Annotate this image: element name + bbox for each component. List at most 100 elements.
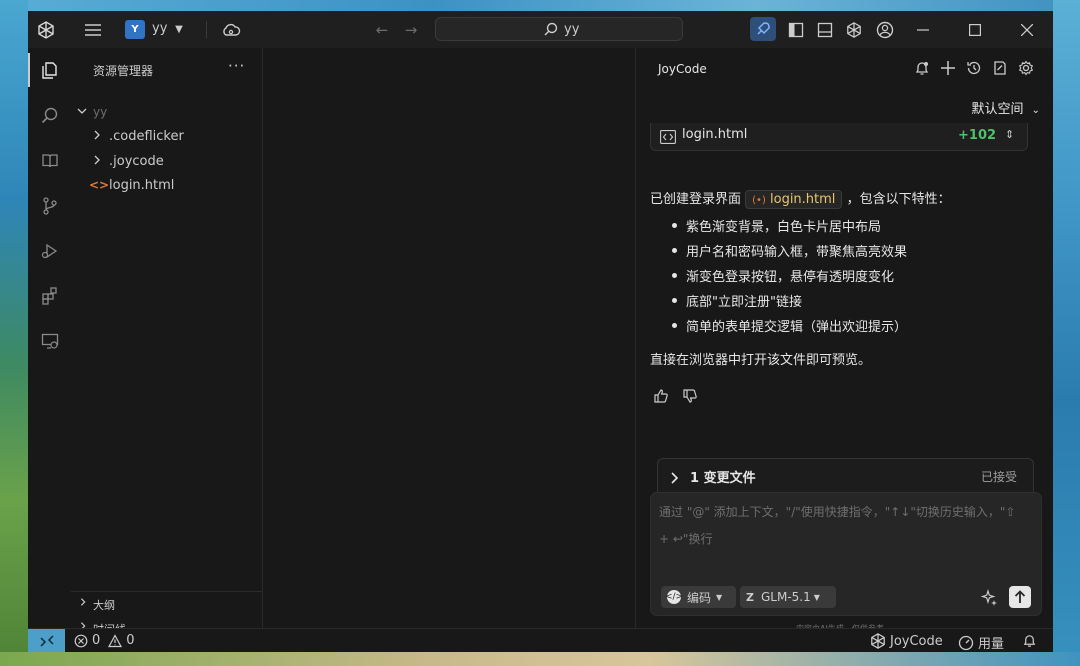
search-icon [544,22,558,40]
minimize-icon[interactable] [908,11,938,48]
forward-arrow-icon[interactable]: → [400,11,422,48]
workspace-label: 默认空间 [971,102,1024,117]
usage-status[interactable]: 用量 [958,633,1004,652]
chevron-right-icon [91,154,103,170]
extensions-icon[interactable] [28,274,71,318]
explorer-more-button[interactable]: ··· [228,57,245,75]
chat-input-placeholder: 通过 "@" 添加上下文，"/"使用快捷指令，"↑↓"切换历史输入，"⇧ + ↩… [659,505,1016,546]
joycode-logo-icon[interactable] [843,11,865,48]
mode-selector[interactable]: </> 编码 ▼ [661,586,736,608]
settings-gear-icon[interactable] [1016,58,1036,78]
error-icon [74,634,88,647]
outline-section[interactable]: 大纲 [71,591,262,616]
ide-window: Y yy ▼ ← → yy 资源管理器 ··· yy .codeflicker … [28,11,1053,652]
desktop-wallpaper-right [1053,0,1080,666]
toggle-sidebar-icon[interactable] [785,11,807,48]
list-item: 简单的表单提交逻辑（弹出欢迎提示） [672,316,907,341]
remote-indicator[interactable] [28,629,65,652]
workspace-selector[interactable]: 默认空间 ⌄ [971,98,1040,117]
file-reference-label: login.html [770,192,836,207]
code-mode-icon: </> [664,590,684,604]
model-selector[interactable]: Z GLM-5.1 ▼ [740,586,836,608]
thumbs-up-icon[interactable] [653,388,669,408]
changed-file-card[interactable]: login.html +102 ⇕ [650,123,1028,151]
outline-label: 大纲 [93,599,115,612]
tree-root-yy[interactable]: yy [71,102,262,126]
explorer-icon[interactable] [28,48,71,92]
message-prefix: 已创建登录界面 [650,192,742,207]
tree-item-label: login.html [109,178,175,193]
titlebar: Y yy ▼ ← → yy [28,11,1053,48]
chat-input[interactable]: 通过 "@" 添加上下文，"/"使用快捷指令，"↑↓"切换历史输入，"⇧ + ↩… [650,492,1042,616]
tree-item-label: .joycode [109,154,164,169]
message-suffix: ，包含以下特性： [846,192,951,207]
joycode-status[interactable]: JoyCode [870,633,943,649]
closing-text: 直接在浏览器中打开该文件即可预览。 [650,353,872,368]
toggle-panel-icon[interactable] [814,11,836,48]
problems-indicator[interactable]: 0 0 [74,633,135,648]
chat-title: JoyCode [658,62,707,76]
notes-icon[interactable] [990,58,1010,78]
chevron-right-icon [91,129,103,145]
expand-toggle-icon[interactable]: ⇕ [1005,128,1014,141]
desktop-wallpaper-bottom [0,652,1080,666]
error-count: 0 [92,633,101,648]
desktop-wallpaper-left [0,0,28,666]
list-item: 用户名和密码输入框，带聚焦高亮效果 [672,241,907,266]
warning-count: 0 [126,633,135,648]
cloud-icon[interactable] [218,11,244,48]
file-card-changes: +102 [958,128,997,143]
tree-item-login-html[interactable]: <> login.html [71,175,262,199]
chevron-right-icon [78,597,88,610]
timeline-section[interactable]: 时间线 [71,616,262,636]
file-reference-chip[interactable]: (•) login.html [745,190,843,209]
new-notification-icon[interactable] [912,58,932,78]
editor-area[interactable] [263,48,634,628]
joycode-logo-icon [871,633,885,649]
tree-item-joycode[interactable]: .joycode [71,151,262,175]
status-bar: 0 0 JoyCode 用量 [28,628,1053,652]
changed-files-bar[interactable]: 1 变更文件 已接受 [657,458,1034,492]
history-icon[interactable] [964,58,984,78]
command-search-box[interactable]: yy [435,17,683,41]
back-arrow-icon[interactable]: ← [371,11,393,48]
file-card-name: login.html [682,127,748,142]
changes-status: 已接受 [980,470,1017,484]
maximize-icon[interactable] [960,11,990,48]
tree-item-codeflicker[interactable]: .codeflicker [71,126,262,150]
tree-item-label: .codeflicker [109,129,184,144]
changed-files-label: 1 变更文件 [690,471,756,486]
explorer-title: 资源管理器 [93,64,154,78]
close-icon[interactable] [1012,11,1042,48]
search-view-icon[interactable] [28,94,71,138]
add-icon[interactable] [938,58,958,78]
menu-icon[interactable] [80,11,106,48]
agent-rocket-icon[interactable] [750,17,776,41]
zhipu-logo-icon: Z [746,590,754,604]
warning-icon [108,633,123,647]
source-control-icon[interactable] [28,184,71,228]
search-text: yy [564,22,580,37]
html-file-icon: <> [89,178,110,192]
list-item: 渐变色登录按钮，悬停有透明度变化 [672,266,907,291]
project-name[interactable]: yy [152,21,167,36]
project-dropdown-icon[interactable]: ▼ [172,11,186,48]
book-icon[interactable] [28,139,71,183]
model-label: GLM-5.1 [760,590,811,604]
app-logo-icon [34,11,58,48]
account-icon[interactable] [874,11,896,48]
tree-root-label: yy [93,105,108,119]
send-button[interactable] [1009,586,1031,608]
remote-explorer-icon[interactable] [28,319,71,363]
thumbs-down-icon[interactable] [682,388,698,408]
titlebar-divider [206,21,207,38]
sparkle-enhance-icon[interactable] [980,588,999,611]
notifications-bell-icon[interactable] [1022,633,1037,648]
usage-label: 用量 [978,637,1005,652]
project-badge[interactable]: Y [125,20,145,39]
chevron-down-icon [76,105,88,120]
list-item: 底部"立即注册"链接 [672,291,907,316]
code-file-icon [660,129,676,148]
joycode-status-label: JoyCode [890,633,943,649]
run-debug-icon[interactable] [28,229,71,273]
